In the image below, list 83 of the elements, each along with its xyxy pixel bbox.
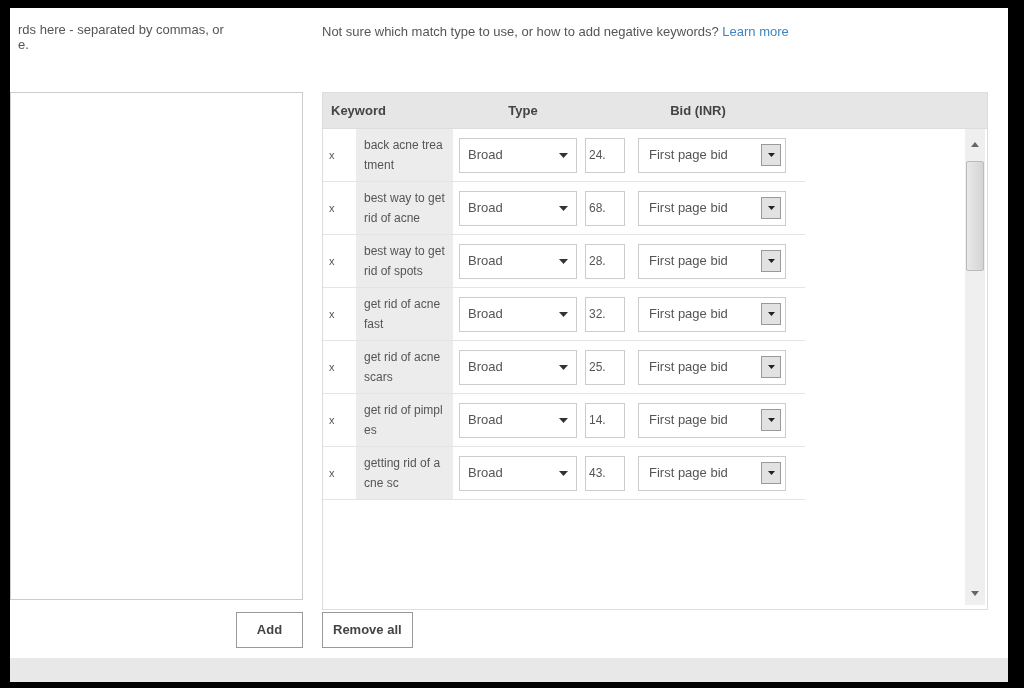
select-value: Broad (468, 199, 503, 218)
help-text: Not sure which match type to use, or how to add negative keywords? Learn more (322, 24, 789, 39)
dropdown-button[interactable] (761, 356, 781, 378)
select-value: Broad (468, 411, 503, 430)
bid-option-select[interactable]: First page bid (638, 190, 786, 226)
dropdown-button[interactable] (761, 197, 781, 219)
learn-more-link[interactable]: Learn more (722, 24, 789, 39)
select-value: First page bid (649, 358, 728, 377)
keyword-text: get rid of pimples (364, 402, 444, 439)
select-value: First page bid (649, 146, 728, 165)
dropdown-button[interactable] (761, 303, 781, 325)
select-value: First page bid (649, 305, 728, 324)
caret-icon (767, 471, 775, 475)
bid-input[interactable]: 43. (585, 455, 625, 491)
dropdown-button[interactable] (761, 250, 781, 272)
remove-link[interactable]: x (323, 305, 356, 323)
keyword-text: best way to get rid of spots (364, 243, 445, 280)
match-type-select[interactable]: Broad (459, 243, 577, 279)
caret-icon (559, 152, 568, 158)
scrollbar[interactable] (965, 129, 985, 605)
remove-link[interactable]: x (323, 146, 356, 164)
keyword-input[interactable] (10, 92, 303, 600)
select-value: First page bid (649, 199, 728, 218)
select-value: Broad (468, 305, 503, 324)
scroll-thumb[interactable] (966, 161, 984, 271)
column-header: Bid (INR) (669, 101, 727, 120)
match-type-select[interactable]: Broad (459, 137, 577, 173)
match-type-select[interactable]: Broad (459, 296, 577, 332)
keyword-text: get rid of acne scars (364, 349, 442, 386)
bid-option-select[interactable]: First page bid (638, 349, 786, 385)
select-value: Broad (468, 252, 503, 271)
bid-input[interactable]: 32. (585, 296, 625, 332)
select-value: Broad (468, 146, 503, 165)
bid-option-select[interactable]: First page bid (638, 402, 786, 438)
scroll-up-icon[interactable] (971, 141, 979, 147)
bid-option-select[interactable]: First page bid (638, 137, 786, 173)
caret-icon (767, 259, 775, 263)
keyword-text: getting rid of acne sc (364, 455, 442, 492)
keyword-text: best way to get rid of acne (364, 190, 445, 227)
instruction-text: rds here - separated by commas, or e. (18, 22, 225, 52)
remove-link[interactable]: x (323, 464, 356, 482)
caret-icon (767, 153, 775, 157)
select-value: First page bid (649, 252, 728, 271)
column-header: Keyword (330, 101, 387, 120)
caret-icon (767, 312, 775, 316)
keyword-text: get rid of acne fast (364, 296, 442, 333)
bid-input[interactable]: 68. (585, 190, 625, 226)
remove-link[interactable]: x (323, 252, 356, 270)
caret-icon (559, 258, 568, 264)
dropdown-button[interactable] (761, 144, 781, 166)
select-value: First page bid (649, 411, 728, 430)
caret-icon (767, 206, 775, 210)
remove-all-button[interactable]: Remove all (322, 612, 413, 648)
bid-input[interactable]: 14. (585, 402, 625, 438)
match-type-select[interactable]: Broad (459, 349, 577, 385)
select-value: First page bid (649, 464, 728, 483)
select-value: Broad (468, 358, 503, 377)
bid-input[interactable]: 28. (585, 243, 625, 279)
caret-icon (559, 470, 568, 476)
caret-icon (767, 365, 775, 369)
remove-link[interactable]: x (323, 411, 356, 429)
bid-option-select[interactable]: First page bid (638, 455, 786, 491)
select-value: Broad (468, 464, 503, 483)
bid-input[interactable]: 25. (585, 349, 625, 385)
bid-input[interactable]: 24. (585, 137, 625, 173)
remove-link[interactable]: x (323, 358, 356, 376)
add-button[interactable]: Add (236, 612, 303, 648)
caret-icon (559, 205, 568, 211)
scroll-down-icon[interactable] (971, 591, 979, 597)
column-header: Type (507, 101, 539, 120)
dropdown-button[interactable] (761, 409, 781, 431)
bid-option-select[interactable]: First page bid (638, 296, 786, 332)
caret-icon (559, 417, 568, 423)
bid-option-select[interactable]: First page bid (638, 243, 786, 279)
match-type-select[interactable]: Broad (459, 455, 577, 491)
match-type-select[interactable]: Broad (459, 190, 577, 226)
caret-icon (559, 311, 568, 317)
dropdown-button[interactable] (761, 462, 781, 484)
caret-icon (559, 364, 568, 370)
keyword-text: back acne treatment (364, 137, 444, 174)
match-type-select[interactable]: Broad (459, 402, 577, 438)
caret-icon (767, 418, 775, 422)
remove-link[interactable]: x (323, 199, 356, 217)
